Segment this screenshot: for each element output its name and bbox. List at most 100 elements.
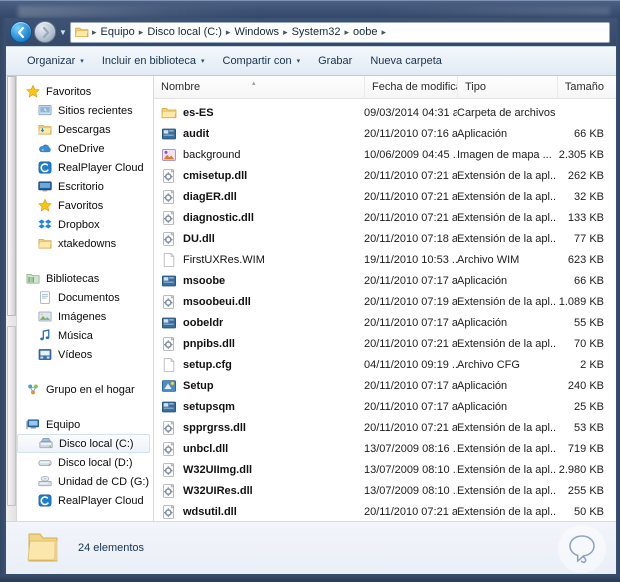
back-button[interactable]: [10, 21, 32, 43]
sidebar-item-disco-local-d[interactable]: Disco local (D:): [17, 453, 153, 472]
file-name-cell[interactable]: Setup: [154, 375, 364, 396]
sidebar-item-realplayer-cloud[interactable]: RealPlayer Cloud: [17, 158, 153, 177]
file-type-cell: Extensión de la apl...: [457, 421, 557, 434]
file-name-cell[interactable]: setupsqm: [154, 396, 364, 417]
toolbar-compartir-con-button[interactable]: Compartir con ▾: [214, 51, 310, 71]
sidebar-item-favoritos[interactable]: Favoritos: [17, 82, 153, 101]
file-name-cell[interactable]: spprgrss.dll: [154, 417, 364, 438]
table-row[interactable]: Setup 20/11/2010 07:17 a... Aplicación 240 …: [154, 375, 616, 396]
file-type-cell: Aplicación: [457, 274, 508, 287]
table-row[interactable]: diagnostic.dll 20/11/2010 07:21 a... Exten…: [154, 207, 616, 228]
table-row[interactable]: msoobe 20/11/2010 07:17 a... Aplicación 66 …: [154, 270, 616, 291]
sidebar-item-sitios-recientes[interactable]: Sitios recientes: [17, 101, 153, 120]
file-size-cell: 50 KB: [574, 505, 604, 518]
navigation-pane-scrollbar[interactable]: [6, 76, 17, 521]
address-bar[interactable]: ▸ Equipo ▸ Disco local (C:) ▸ Windows ▸ …: [70, 21, 610, 43]
dll-extension-icon: [163, 504, 175, 519]
file-name-cell[interactable]: unbcl.dll: [154, 438, 364, 459]
file-name-cell[interactable]: FirstUXRes.WIM: [154, 249, 364, 270]
breadcrumb-oobe[interactable]: oobe: [350, 25, 380, 39]
file-name-cell[interactable]: setup.cfg: [154, 354, 364, 375]
star-icon: [26, 84, 40, 98]
table-row[interactable]: FirstUXRes.WIM 19/11/2010 10:53 ... Archiv…: [154, 249, 616, 270]
toolbar-organizar-button[interactable]: Organizar ▾: [18, 51, 93, 71]
file-name-cell[interactable]: W32UIImg.dll: [154, 459, 364, 480]
table-row[interactable]: setup.cfg 04/11/2010 09:19 ... Archivo CFG…: [154, 354, 616, 375]
application-icon: [161, 317, 176, 328]
table-row[interactable]: setupsqm 20/11/2010 07:17 a... Aplicación 2…: [154, 396, 616, 417]
table-row[interactable]: audit 20/11/2010 07:16 a... Aplicación 66 K…: [154, 123, 616, 144]
column-header-tamano[interactable]: Tamaño: [557, 76, 612, 99]
file-name-cell[interactable]: diagnostic.dll: [154, 207, 364, 228]
toolbar-incluir-en-biblioteca-button[interactable]: Incluir en biblioteca ▾: [93, 51, 214, 71]
file-name-label: setup.cfg: [183, 358, 232, 371]
file-type-cell: Extensión de la apl...: [457, 211, 557, 224]
file-name-cell[interactable]: diagER.dll: [154, 186, 364, 207]
file-name-cell[interactable]: audit: [154, 123, 364, 144]
table-row[interactable]: diagER.dll 20/11/2010 07:21 a... Extensión…: [154, 186, 616, 207]
file-name-cell[interactable]: DU.dll: [154, 228, 364, 249]
sidebar-item-realplayer-cloud-drive[interactable]: RealPlayer Cloud: [17, 491, 153, 510]
file-name-cell[interactable]: pnpibs.dll: [154, 333, 364, 354]
toolbar-item-label: Incluir en biblioteca: [101, 55, 196, 67]
breadcrumb-windows[interactable]: Windows: [231, 25, 282, 39]
file-date-cell: 20/11/2010 07:21 a...: [364, 337, 457, 350]
table-row[interactable]: background 10/06/2009 04:45 ... Imagen de …: [154, 144, 616, 165]
table-row[interactable]: DU.dll 20/11/2010 07:18 a... Extensión de …: [154, 228, 616, 249]
table-row[interactable]: W32UIImg.dll 13/07/2009 08:10 ... Extensió…: [154, 459, 616, 480]
table-row[interactable]: unbcl.dll 13/07/2009 08:16 ... Extensión d…: [154, 438, 616, 459]
breadcrumb-system32[interactable]: System32: [289, 25, 344, 39]
history-dropdown-icon[interactable]: ▼: [58, 28, 68, 37]
column-header-tipo[interactable]: Tipo: [457, 76, 557, 99]
file-name-cell[interactable]: es-ES: [154, 102, 364, 123]
file-name-cell[interactable]: background: [154, 144, 364, 165]
file-name-cell[interactable]: cmisetup.dll: [154, 165, 364, 186]
file-size-cell: 262 KB: [567, 169, 604, 182]
sidebar-item-documentos[interactable]: Documentos: [17, 288, 153, 307]
sidebar-item-disco-local-c[interactable]: Disco local (C:): [17, 434, 150, 453]
sidebar-item-dropbox[interactable]: Dropbox: [17, 215, 153, 234]
file-name-cell[interactable]: W32UIRes.dll: [154, 480, 364, 501]
file-name-cell[interactable]: msoobeui.dll: [154, 291, 364, 312]
sidebar-item-equipo[interactable]: Equipo: [17, 415, 153, 434]
forward-button[interactable]: [34, 21, 56, 43]
sidebar-item-onedrive[interactable]: OneDrive: [17, 139, 153, 158]
sidebar-item-xtakedowns[interactable]: xtakedowns: [17, 234, 153, 253]
file-size-cell: [557, 102, 612, 123]
toolbar-grabar-button[interactable]: Grabar: [309, 51, 361, 71]
sidebar-item-escritorio[interactable]: Escritorio: [17, 177, 153, 196]
column-header-fecha[interactable]: Fecha de modifica...: [364, 76, 457, 99]
file-name-cell[interactable]: oobeldr: [154, 312, 364, 333]
file-name-cell[interactable]: msoobe: [154, 270, 364, 291]
column-header-nombre[interactable]: Nombre: [154, 76, 364, 99]
scrollbar-thumb-lower[interactable]: [7, 326, 16, 506]
table-row[interactable]: W32UIRes.dll 13/07/2009 08:10 ... Extensió…: [154, 480, 616, 501]
sidebar-item-musica[interactable]: Música: [17, 326, 153, 345]
breadcrumb-equipo[interactable]: Equipo: [98, 25, 138, 39]
table-row[interactable]: spprgrss.dll 20/11/2010 07:21 a... Extensi…: [154, 417, 616, 438]
file-size-cell: 133 KB: [567, 211, 604, 224]
breadcrumb-disco-local-c[interactable]: Disco local (C:): [144, 25, 225, 39]
table-row[interactable]: oobeldr 20/11/2010 07:17 a... Aplicación 55…: [154, 312, 616, 333]
toolbar-item-label: Compartir con: [222, 55, 292, 67]
table-row[interactable]: msoobeui.dll 20/11/2010 07:19 a... Extensi…: [154, 291, 616, 312]
table-row[interactable]: pnpibs.dll 20/11/2010 07:21 a... Extensión…: [154, 333, 616, 354]
sidebar-item-videos[interactable]: Vídeos: [17, 345, 153, 364]
sidebar-item-favoritos-folder[interactable]: Favoritos: [17, 196, 153, 215]
dll-extension-icon: [163, 420, 175, 435]
toolbar-nueva-carpeta-button[interactable]: Nueva carpeta: [361, 51, 451, 71]
file-name-label: setupsqm: [183, 400, 235, 413]
sidebar-item-unidad-de-cd-g[interactable]: Unidad de CD (G:): [17, 472, 153, 491]
file-name-label: W32UIRes.dll: [183, 484, 253, 497]
sidebar-item-grupo-en-el-hogar[interactable]: Grupo en el hogar: [17, 380, 153, 399]
table-row[interactable]: wdsutil.dll 20/11/2010 07:21 a... Extensió…: [154, 501, 616, 521]
sidebar-item-imagenes[interactable]: Imágenes: [17, 307, 153, 326]
scrollbar-thumb[interactable]: [7, 76, 16, 316]
table-row[interactable]: cmisetup.dll 20/11/2010 07:21 a... Extensi…: [154, 165, 616, 186]
sidebar-item-label: Dropbox: [58, 218, 100, 231]
table-row[interactable]: es-ES 09/03/2014 04:31 a...Carpeta de arc…: [154, 102, 616, 123]
file-name-cell[interactable]: wdsutil.dll: [154, 501, 364, 521]
sidebar-item-descargas[interactable]: Descargas: [17, 120, 153, 139]
sidebar-item-bibliotecas[interactable]: Bibliotecas: [17, 269, 153, 288]
sidebar-item-label: Bibliotecas: [46, 272, 100, 285]
